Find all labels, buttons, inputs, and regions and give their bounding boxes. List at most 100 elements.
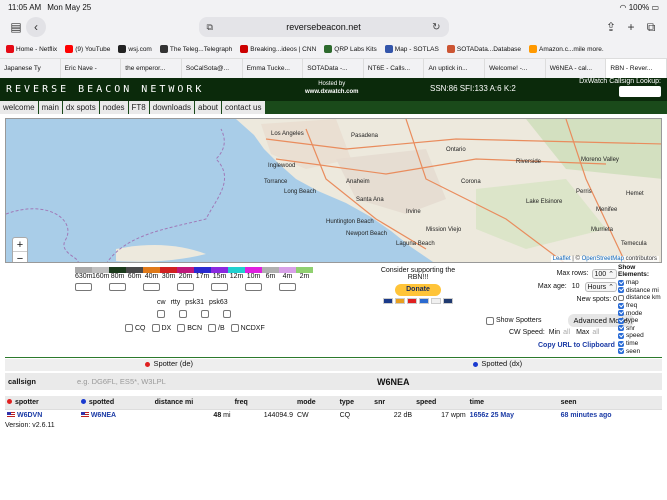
donate-button[interactable]: Donate <box>395 284 441 296</box>
payment-cards <box>377 298 459 304</box>
nav-ft8[interactable]: FT8 <box>128 101 149 114</box>
spotted-callsign[interactable]: W6NEA <box>78 408 153 421</box>
type-checkbox-cq[interactable] <box>125 324 133 332</box>
lookup-input[interactable] <box>619 86 661 97</box>
show-time-checkbox[interactable] <box>618 340 624 347</box>
spotter-callsign-input[interactable]: e.g. DG6FL, ES5*, W3LPL <box>77 377 377 386</box>
bookmark-item[interactable]: Home - Netflix <box>6 45 57 53</box>
browser-tab[interactable]: the emperor... <box>121 59 182 78</box>
bookmark-item[interactable]: Map - SOTLAS <box>384 45 439 53</box>
band-checkbox-15m[interactable] <box>211 283 228 291</box>
bookmark-item[interactable]: SOTAData...Database <box>446 45 521 53</box>
band-checkbox-40m[interactable] <box>143 283 160 291</box>
type-option: /B <box>208 324 225 332</box>
spotted-callsign-input[interactable]: W6NEA <box>377 377 410 387</box>
nav-contact-us[interactable]: contact us <box>222 101 265 114</box>
column-header-distance-mi[interactable]: distance mi <box>152 396 233 409</box>
browser-tab[interactable]: An uptick in... <box>424 59 486 78</box>
zoom-in-button[interactable]: + <box>13 238 27 252</box>
show-map-checkbox[interactable] <box>618 279 624 286</box>
nav-dx-spots[interactable]: dx spots <box>62 101 99 114</box>
copy-url-link[interactable]: Copy URL to Clipboard <box>538 342 615 349</box>
nav-welcome[interactable]: welcome <box>0 101 38 114</box>
type-checkbox-bcn[interactable] <box>177 324 186 332</box>
bookmark-item[interactable]: Amazon.c...mile more. <box>529 45 604 53</box>
mode-checkbox-rtty[interactable] <box>179 310 187 318</box>
cw-min-input[interactable]: all <box>563 329 570 336</box>
column-header-time[interactable]: time <box>467 396 559 409</box>
show-spotters-checkbox[interactable] <box>486 316 494 325</box>
share-icon[interactable]: ⇪ <box>601 17 621 37</box>
show-distance-km-checkbox[interactable] <box>618 294 624 301</box>
bookmark-item[interactable]: The Teleg...Telegraph <box>159 45 232 53</box>
browser-tab[interactable]: NT6E - Calls... <box>364 59 425 78</box>
type-checkbox-ncdxf[interactable] <box>230 324 239 332</box>
band-checkbox-80m[interactable] <box>109 283 126 291</box>
osm-link[interactable]: OpenStreetMap <box>582 256 624 262</box>
band-checkbox-4m[interactable] <box>279 283 296 291</box>
max-age-input[interactable]: 10 <box>570 282 582 292</box>
show-freq-checkbox[interactable] <box>618 302 624 309</box>
type-checkbox-dx[interactable] <box>151 324 160 332</box>
browser-tab[interactable]: Eric Nave - <box>61 59 122 78</box>
browser-tab[interactable]: Welcome! -... <box>485 59 546 78</box>
hosted-link[interactable]: www.dxwatch.com <box>305 89 358 95</box>
mode-checkbox-psk31[interactable] <box>201 310 209 318</box>
column-header-snr[interactable]: snr <box>372 396 415 409</box>
column-header-spotted[interactable]: spotted <box>78 396 153 409</box>
band-checkbox-20m[interactable] <box>177 283 194 291</box>
mode-checkbox-cw[interactable] <box>157 310 165 318</box>
browser-tab[interactable]: Emma Tucke... <box>243 59 304 78</box>
type-option: BCN <box>177 324 202 332</box>
new-tab-icon[interactable]: + <box>621 17 641 37</box>
browser-tab[interactable]: SOTAData -... <box>303 59 364 78</box>
browser-tab[interactable]: Japanese Ty <box>0 59 61 78</box>
cw-max-input[interactable]: all <box>592 329 599 336</box>
max-rows-select[interactable]: 100 ⌃ <box>591 268 617 279</box>
bookmark-item[interactable]: Breaking...ideos | CNN <box>240 45 316 53</box>
column-header-speed[interactable]: speed <box>414 396 468 409</box>
band-checkbox-wrap <box>262 283 279 291</box>
nav-downloads[interactable]: downloads <box>149 101 194 114</box>
mode-cell-text: CW <box>296 411 309 419</box>
column-header-type[interactable]: type <box>337 396 373 409</box>
tabs-overview-icon[interactable]: ⧉ <box>641 17 661 37</box>
address-bar[interactable]: ⧉ reversebeacon.net ↻ <box>198 17 449 37</box>
city-label: Temecula <box>621 241 647 247</box>
nav-about[interactable]: about <box>195 101 222 114</box>
type-checkbox-slash-b[interactable] <box>208 324 217 332</box>
reload-icon[interactable]: ↻ <box>432 22 440 33</box>
max-age-unit-select[interactable]: Hours ⌃ <box>584 281 617 292</box>
nav-main[interactable]: main <box>38 101 62 114</box>
column-header-spotter[interactable]: spotter <box>5 396 79 409</box>
browser-tab[interactable]: RBN - Rever... <box>606 59 667 78</box>
show-seen-checkbox[interactable] <box>618 348 624 355</box>
show-type-checkbox[interactable] <box>618 317 624 324</box>
band-checkbox-10m[interactable] <box>245 283 262 291</box>
sidebar-icon[interactable]: ▤ <box>6 17 26 37</box>
leaflet-link[interactable]: Leaflet <box>553 256 571 262</box>
back-icon[interactable]: ‹ <box>26 17 46 37</box>
freq-cell: 144094.9 <box>232 408 295 421</box>
browser-tab[interactable]: SoCalSota@... <box>182 59 243 78</box>
bookmark-item[interactable]: QRP Labs Kits <box>324 45 377 53</box>
column-header-seen[interactable]: seen <box>558 396 662 409</box>
mode-checkbox-psk63[interactable] <box>223 310 231 318</box>
show-speed-checkbox[interactable] <box>618 332 624 339</box>
column-header-freq[interactable]: freq <box>232 396 295 409</box>
spotter-callsign[interactable]: W6DVN <box>5 408 79 421</box>
bookmark-favicon <box>159 45 168 53</box>
column-header-mode[interactable]: mode <box>294 396 338 409</box>
spot-map[interactable]: Los Angeles Pasadena Ontario Riverside Moren… <box>5 118 662 263</box>
version-text: Version: v2.6.11 <box>5 422 55 429</box>
show-distance-mi-checkbox[interactable] <box>618 287 624 294</box>
browser-tab[interactable]: W6NEA - cal... <box>546 59 607 78</box>
zoom-out-button[interactable]: − <box>13 252 27 262</box>
tab-group-icon: ⧉ <box>206 21 213 32</box>
bookmark-item[interactable]: wsj.com <box>118 45 152 53</box>
show-mode-checkbox[interactable] <box>618 310 624 317</box>
show-snr-checkbox[interactable] <box>618 325 624 332</box>
band-checkbox-630m[interactable] <box>75 283 92 291</box>
bookmark-item[interactable]: (9) YouTube <box>65 45 110 53</box>
nav-nodes[interactable]: nodes <box>99 101 128 114</box>
